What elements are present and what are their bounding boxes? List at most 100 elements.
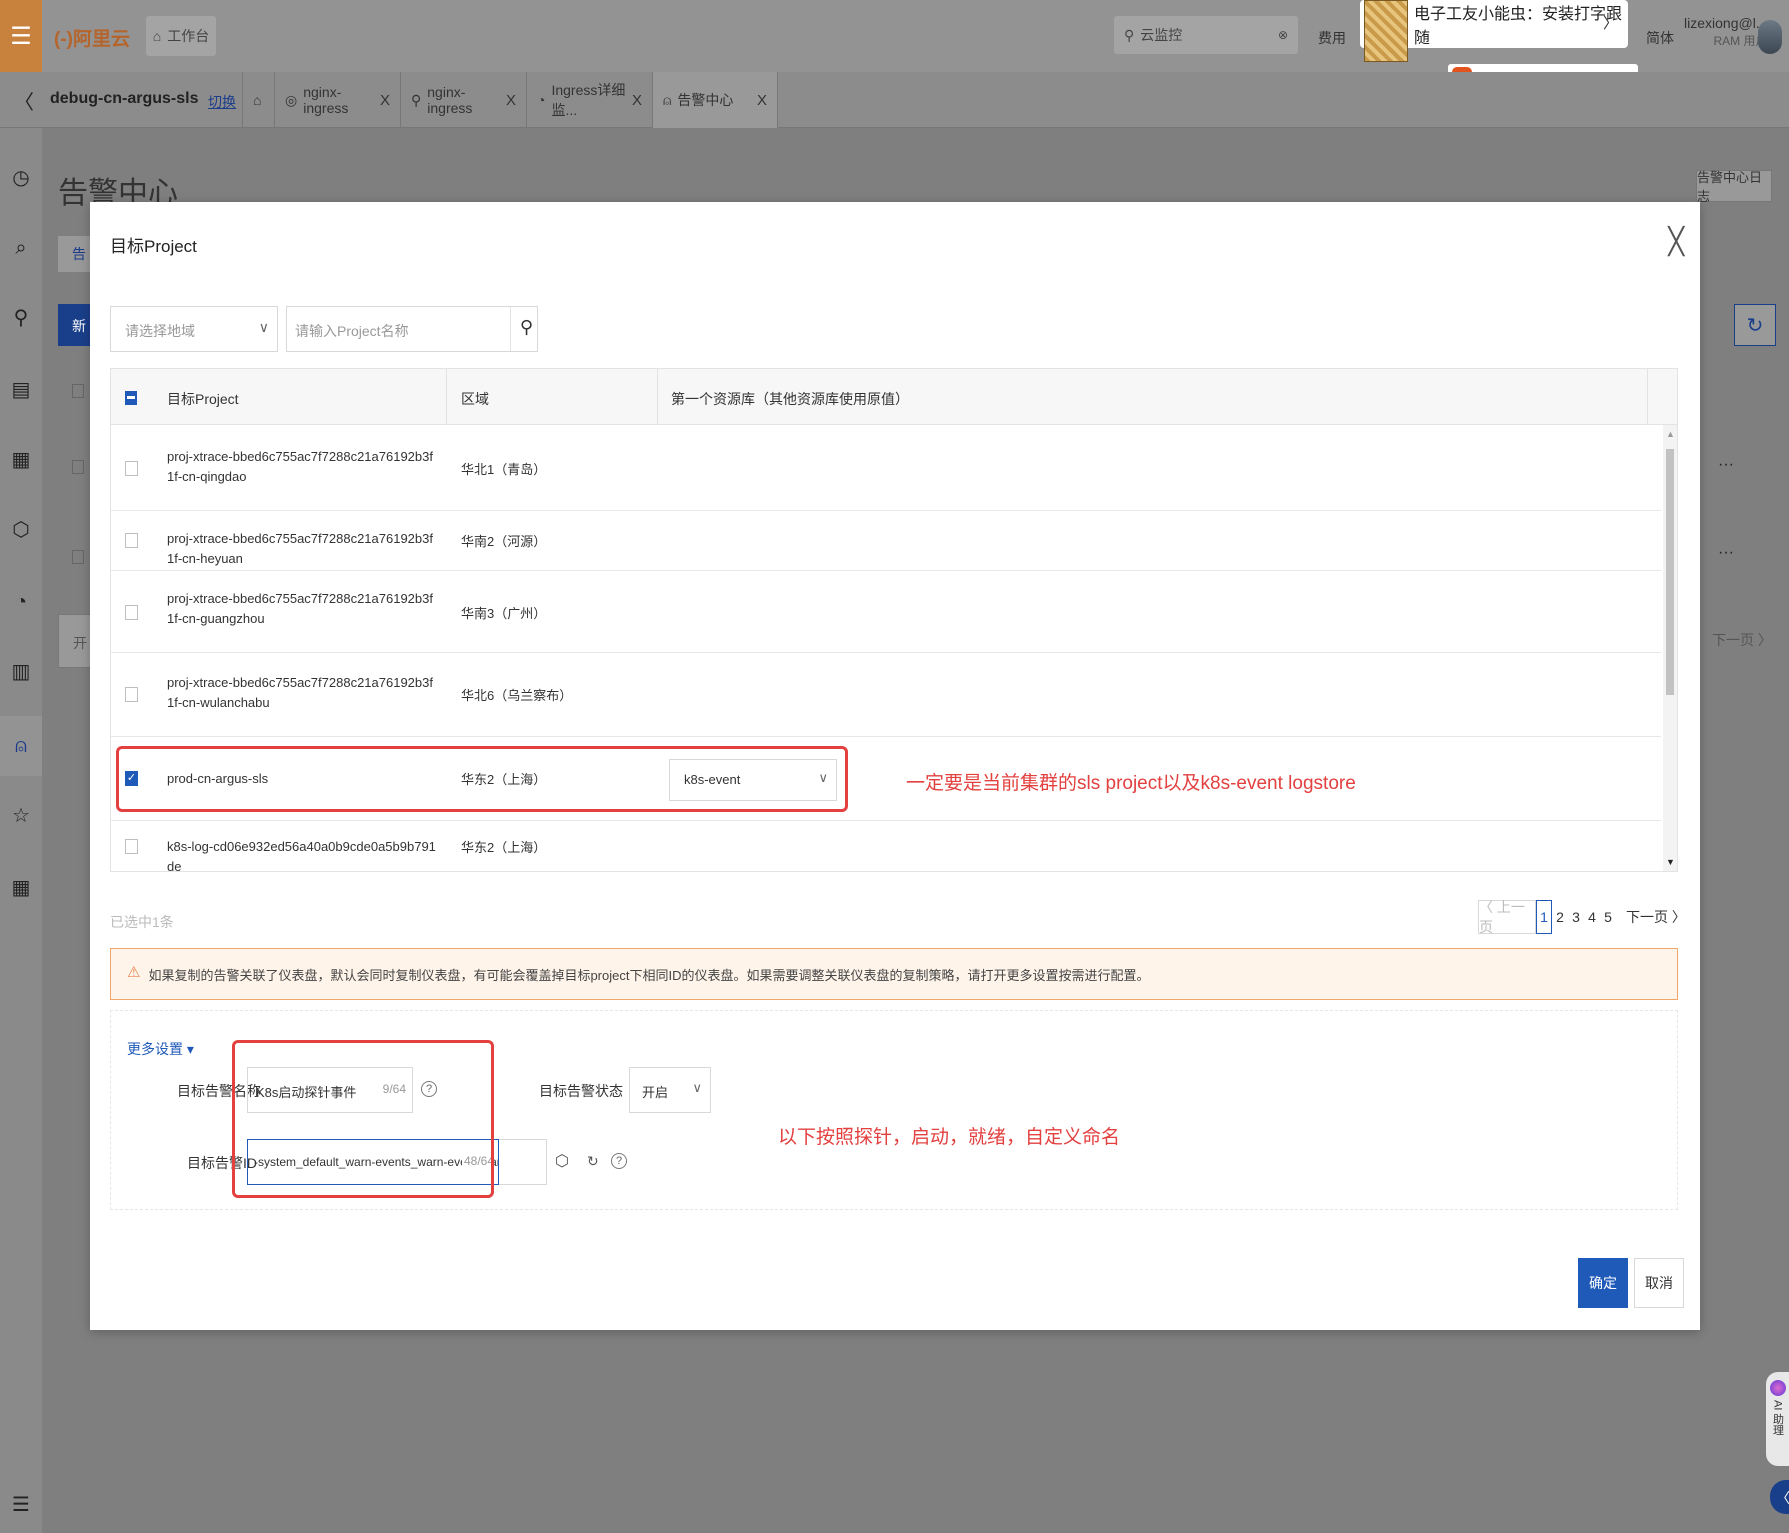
close-icon[interactable]: X (506, 92, 516, 109)
table-row[interactable]: proj-xtrace-bbed6c755ac7f7288c21a76192b3… (111, 571, 1661, 653)
row-checkbox[interactable] (125, 461, 138, 476)
select-all-checkbox[interactable] (125, 391, 137, 405)
divider (510, 307, 511, 351)
project-name-cell: proj-xtrace-bbed6c755ac7f7288c21a76192b3… (167, 449, 433, 484)
back-icon[interactable]: 〈 (14, 86, 34, 115)
next-page-link[interactable]: 下一页 〉 (1712, 630, 1772, 650)
cube-icon[interactable]: ⬡ (9, 518, 33, 542)
project-name-cell: proj-xtrace-bbed6c755ac7f7288c21a76192b3… (167, 591, 433, 626)
home-icon: ⌂ (152, 28, 162, 44)
close-icon[interactable]: X (380, 92, 390, 109)
more-settings-toggle[interactable]: 更多设置 ▾ (127, 1039, 194, 1059)
switch-project-link[interactable]: 切换 (208, 92, 236, 112)
region-cell: 华东2（上海） (461, 840, 547, 855)
region-cell: 华北6（乌兰察布） (461, 688, 573, 703)
row-checkbox[interactable] (125, 839, 138, 854)
document-icon[interactable]: ▥ (9, 660, 33, 684)
page-number[interactable]: 5 (1600, 909, 1616, 925)
alert-status-select[interactable]: 开启 ∨ (629, 1067, 711, 1113)
home-icon: ⌂ (253, 92, 262, 108)
scroll-thumb[interactable] (1666, 449, 1674, 695)
column-header: 目标Project (167, 391, 239, 407)
more-icon[interactable]: ··· (1718, 456, 1734, 474)
refresh-icon[interactable]: ↻ (1734, 304, 1776, 346)
search-log-icon[interactable]: ⌕ (9, 236, 33, 260)
close-icon[interactable]: ╳ (1668, 226, 1684, 257)
report-icon[interactable]: ▦ (9, 448, 33, 472)
tab-nginx-ingress-2[interactable]: ⚲ nginx-ingress X (400, 72, 526, 128)
table-row[interactable]: proj-xtrace-bbed6c755ac7f7288c21a76192b3… (111, 511, 1661, 571)
language-switch[interactable]: 简体 (1646, 28, 1674, 48)
region-cell: 华南2（河源） (461, 534, 547, 549)
top-search-input[interactable]: ⚲ 云监控 ⊗ (1114, 16, 1298, 54)
cancel-button[interactable]: 取消 (1634, 1258, 1684, 1308)
chart-icon[interactable]: ◔ (9, 590, 33, 614)
alert-log-button[interactable]: 告警中心日志 (1696, 170, 1772, 204)
page-number[interactable]: 2 (1552, 909, 1568, 925)
collapse-menu-icon[interactable]: ☰ (12, 1492, 30, 1517)
dashboard-icon[interactable]: ▤ (9, 378, 33, 402)
region-select[interactable]: 请选择地域 ∨ (110, 306, 278, 352)
tab-home[interactable]: ⌂ (242, 72, 274, 128)
table-scrollbar[interactable]: ▲ ▼ (1663, 425, 1677, 871)
bell-icon[interactable]: ⍝ (0, 716, 42, 776)
top-bar: ☰ (-)阿里云 ⌂ 工作台 ⚲ 云监控 ⊗ 费用 电子工友小能虫：安装打字跟随… (0, 0, 1789, 72)
confirm-button[interactable]: 确定 (1578, 1258, 1628, 1308)
prev-page-button[interactable]: 〈 上一页 (1478, 899, 1536, 935)
row-checkbox[interactable] (125, 605, 138, 620)
query-icon[interactable]: ⚲ (9, 306, 33, 330)
tab-nginx-ingress-1[interactable]: ◎ nginx-ingress X (274, 72, 400, 128)
checkbox[interactable] (72, 384, 84, 398)
help-icon[interactable]: ? (611, 1153, 627, 1169)
ai-helper-label: AI 助理 (1771, 1400, 1784, 1436)
column-header: 第一个资源库（其他资源库使用原值） (671, 391, 909, 407)
project-name-cell: proj-xtrace-bbed6c755ac7f7288c21a76192b3… (167, 531, 433, 566)
notice-popup[interactable]: 电子工友小能虫：安装打字跟随 〉 (1360, 0, 1628, 62)
next-page-button[interactable]: 下一页 〉 (1626, 907, 1686, 927)
checkbox[interactable] (72, 460, 84, 474)
cube-icon[interactable]: ⬡ (555, 1151, 569, 1171)
chevron-right-icon[interactable]: 〉 (1603, 12, 1618, 33)
row-checkbox[interactable] (125, 533, 138, 548)
avatar[interactable] (1758, 20, 1782, 54)
tab-icon: ⚲ (411, 91, 422, 108)
tab-alert-center[interactable]: ⍝ 告警中心 X (652, 72, 778, 128)
star-icon[interactable]: ☆ (9, 804, 33, 828)
page-number[interactable]: 1 (1536, 900, 1552, 934)
fee-link[interactable]: 费用 (1318, 28, 1346, 48)
menu-icon[interactable]: ☰ (0, 0, 42, 72)
clear-icon[interactable]: ⊗ (1278, 28, 1288, 42)
more-icon[interactable]: ··· (1718, 544, 1734, 562)
clock-icon[interactable]: ◷ (9, 166, 33, 190)
table-row[interactable]: proj-xtrace-bbed6c755ac7f7288c21a76192b3… (111, 653, 1661, 737)
page-number[interactable]: 3 (1568, 909, 1584, 925)
search-icon[interactable]: ⚲ (520, 317, 533, 338)
reset-icon[interactable]: ↻ (587, 1153, 599, 1170)
ai-helper[interactable]: AI 助理 (1766, 1372, 1789, 1466)
table-row[interactable]: proj-xtrace-bbed6c755ac7f7288c21a76192b3… (111, 425, 1661, 511)
new-alert-button[interactable]: 新 (58, 304, 92, 346)
row-checkbox[interactable] (125, 687, 138, 702)
table-row[interactable]: k8s-log-cd06e932ed56a40a0b9cde0a5b9b791d… (111, 821, 1661, 871)
close-icon[interactable]: X (632, 92, 642, 109)
chevron-left-icon[interactable]: 〈 (1770, 1480, 1789, 1514)
user-menu[interactable]: lizexiong@l... RAM 用户 (1684, 14, 1767, 50)
left-nav: ◷ ⌕ ⚲ ▤ ▦ ⬡ ◔ ▥ ⍝ ☆ ▦ (0, 128, 42, 1533)
alert-status-label: 目标告警状态 (539, 1083, 623, 1099)
tab-label: nginx-ingress (427, 84, 473, 116)
workbench-button[interactable]: ⌂ 工作台 (146, 16, 216, 56)
aliyun-logo[interactable]: (-)阿里云 (54, 24, 130, 51)
scroll-down-icon[interactable]: ▼ (1666, 857, 1675, 867)
page-size-select[interactable]: 开 (58, 614, 92, 668)
page-number[interactable]: 4 (1584, 909, 1600, 925)
checkbox[interactable] (72, 550, 84, 564)
target-project-dialog: 目标Project ╳ 请选择地域 ∨ 请输入Project名称 ⚲ 目标Pro… (90, 202, 1700, 1330)
annotation-box (232, 1040, 494, 1198)
apps-icon[interactable]: ▦ (9, 876, 33, 900)
tab-label: Ingress详细监... (551, 82, 626, 118)
annotation-text: 以下按照探针，启动，就绪，自定义命名 (778, 1127, 1121, 1148)
project-search-input[interactable]: 请输入Project名称 ⚲ (286, 306, 538, 352)
tab-ingress-detail[interactable]: ◔ Ingress详细监... X (526, 72, 652, 128)
close-icon[interactable]: X (757, 92, 767, 109)
scroll-up-icon[interactable]: ▲ (1666, 429, 1675, 439)
